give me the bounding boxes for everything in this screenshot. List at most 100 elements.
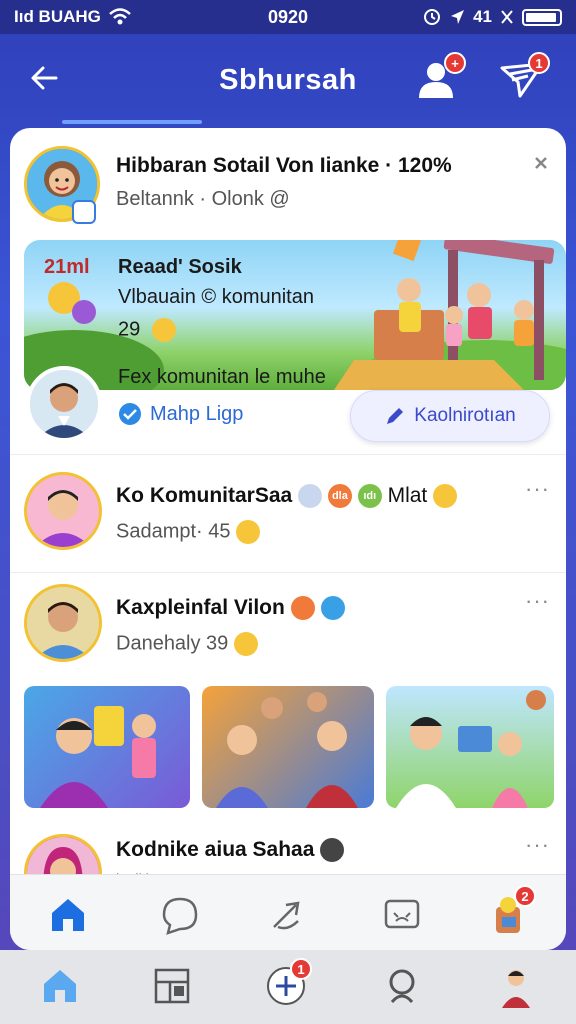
star-badge-icon xyxy=(320,596,345,621)
community-banner[interactable]: 21ml Reaad' Sosik Vlbauain © komunitan 2… xyxy=(24,240,566,390)
app-tab-bar: 2 xyxy=(10,874,566,950)
battery-percent: 41 xyxy=(473,7,492,26)
tab-share[interactable] xyxy=(268,893,312,937)
smile-emoji-icon xyxy=(151,318,176,342)
friends-button[interactable]: + xyxy=(414,52,466,104)
avatar-man-image xyxy=(27,587,99,659)
nav-add-button[interactable]: 1 xyxy=(264,958,312,1008)
join-button-label: Kaolnirotıan xyxy=(414,405,516,426)
banner-caption: Fex komunitan le muhe xyxy=(118,366,326,388)
carrier-label: Iıd BUAHG xyxy=(14,7,101,26)
nav-profile-button[interactable] xyxy=(494,964,538,1008)
post-author-name[interactable]: Hibbaran Sotail Von Iianke · 120% xyxy=(116,154,452,178)
back-button[interactable] xyxy=(26,60,66,100)
location-icon xyxy=(451,10,465,24)
tab-profile[interactable]: 2 xyxy=(488,885,536,937)
nav-search-button[interactable] xyxy=(380,964,424,1008)
feed-card: Hibbaran Sotail Von Iianke · 120% Beltan… xyxy=(10,128,566,950)
post-suffix: Mlat xyxy=(387,484,428,507)
tab-home[interactable] xyxy=(46,893,90,937)
banner-count: 29 xyxy=(118,318,176,342)
post-author-name-text: Ko KomunitarSaa xyxy=(116,484,293,507)
post-meta-text: Danehaly 39 xyxy=(116,632,229,655)
alarm-icon xyxy=(424,9,441,25)
tab-chat[interactable] xyxy=(158,893,202,937)
photo-friends-image xyxy=(216,692,358,808)
emoji-icon xyxy=(320,838,345,863)
tag-badge-icon xyxy=(290,596,315,621)
post-meta: Danehaly 39 xyxy=(116,632,258,656)
page-title: Sbhursah xyxy=(219,63,357,96)
tab-underline xyxy=(62,120,202,124)
gallery-photo[interactable] xyxy=(202,686,374,808)
tag-badge: ıdı xyxy=(357,484,382,509)
avatar[interactable] xyxy=(24,584,102,662)
avatar-boy-image xyxy=(27,475,99,547)
user-avatar-icon xyxy=(502,970,530,1008)
gallery-photo[interactable] xyxy=(24,686,190,808)
wink-emoji-icon xyxy=(233,632,258,656)
friends-badge: + xyxy=(444,52,466,74)
tab-messages[interactable] xyxy=(380,893,424,937)
profile-badge: 2 xyxy=(514,885,536,907)
post-meta: Beltannk · Olonk @ xyxy=(116,188,290,210)
messages-badge: 1 xyxy=(528,52,550,74)
join-row: Mahp Ligp Kaolnirotıan xyxy=(10,390,566,450)
post-author-name[interactable]: Kaxpleinfal Vilon xyxy=(116,596,345,621)
divider xyxy=(10,454,566,455)
more-options-icon[interactable]: ··· xyxy=(525,832,550,858)
avatar[interactable] xyxy=(24,472,102,550)
system-nav-bar: 1 xyxy=(0,950,576,1024)
post-author-name[interactable]: Ko KomunitarSaa dla ıdı Mlat xyxy=(116,484,458,509)
join-link[interactable]: Mahp Ligp xyxy=(118,402,243,426)
more-options-icon[interactable]: ··· xyxy=(525,476,550,502)
home-icon xyxy=(44,970,76,1002)
banner-sticker: 21ml xyxy=(44,256,90,278)
message-box-icon xyxy=(384,899,420,929)
photo-family-image xyxy=(396,690,546,808)
wifi-icon xyxy=(109,8,131,25)
signal-icon xyxy=(501,10,513,24)
check-icon xyxy=(119,403,141,425)
nav-grid-button[interactable] xyxy=(150,964,194,1008)
status-right: 41 xyxy=(423,7,562,27)
post-author-name-text: Kaxpleinfal Vilon xyxy=(116,596,285,619)
grid-icon xyxy=(154,968,190,1004)
join-community-button[interactable]: Kaolnirotıan xyxy=(350,390,550,442)
chat-bubble-icon xyxy=(162,897,198,935)
banner-count-value: 29 xyxy=(118,318,141,341)
post-meta-text: Sadampt· 45 xyxy=(116,520,231,543)
tag-badge: dla xyxy=(327,484,352,509)
nav-home-button[interactable] xyxy=(38,964,82,1008)
post-author-name[interactable]: Kodnike aiua Sahaa xyxy=(116,838,345,863)
post-author-name-text: Kodnike aiua Sahaa xyxy=(116,838,315,861)
gallery-photo[interactable] xyxy=(386,686,554,808)
divider xyxy=(10,572,566,573)
search-icon xyxy=(389,969,415,1004)
more-options-icon[interactable]: ··· xyxy=(525,588,550,614)
post-header: Hibbaran Sotail Von Iianke · 120% Beltan… xyxy=(10,142,566,232)
laugh-emoji-icon xyxy=(236,520,261,544)
home-icon xyxy=(52,899,84,931)
banner-subtitle: Vlbauain © komunitan xyxy=(118,286,314,308)
status-time: 0920 xyxy=(267,6,309,27)
verified-icon xyxy=(72,200,96,224)
share-icon xyxy=(273,901,300,930)
messages-button[interactable]: 1 xyxy=(498,52,550,104)
status-bar: Iıd BUAHG 0920 41 xyxy=(0,0,576,34)
battery-icon xyxy=(522,8,562,26)
pencil-icon xyxy=(387,408,404,424)
banner-title: Reaad' Sosik xyxy=(118,256,242,278)
cloud-badge-icon xyxy=(298,484,323,509)
join-link-label: Mahp Ligp xyxy=(150,402,244,425)
status-left: Iıd BUAHG xyxy=(14,7,131,27)
post-header: Kaxpleinfal Vilon Danehaly 39 ··· xyxy=(10,580,566,670)
photo-people-image xyxy=(40,706,156,808)
close-icon[interactable] xyxy=(532,154,550,172)
smile-emoji-icon xyxy=(433,484,458,509)
app-header: Sbhursah + 1 xyxy=(0,34,576,126)
post-meta: Sadampt· 45 xyxy=(116,520,261,544)
arrow-left-icon xyxy=(31,66,58,90)
photo-gallery xyxy=(24,686,554,808)
nav-add-badge: 1 xyxy=(290,958,312,980)
